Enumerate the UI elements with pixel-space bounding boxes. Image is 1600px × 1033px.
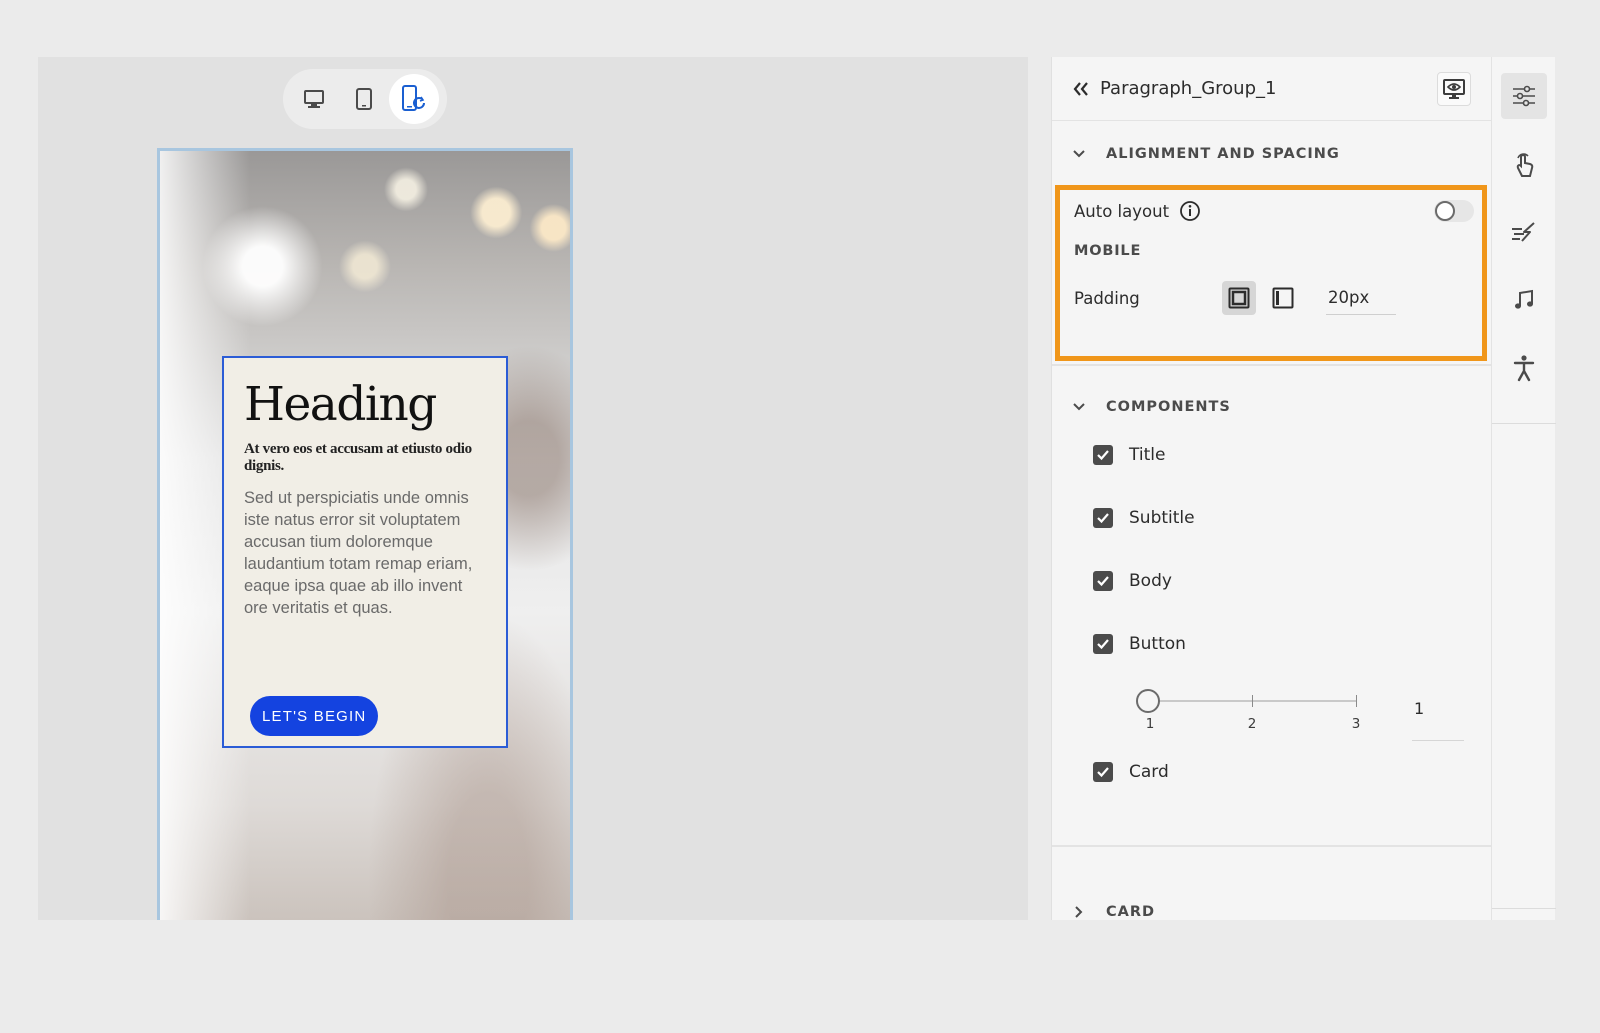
chevron-right-icon bbox=[1075, 906, 1083, 918]
checkbox-checked[interactable] bbox=[1093, 571, 1113, 591]
slider-tick-label: 3 bbox=[1351, 716, 1361, 732]
checkbox-checked[interactable] bbox=[1093, 762, 1113, 782]
properties-icon bbox=[1512, 85, 1535, 107]
checkmark-icon bbox=[1097, 767, 1109, 778]
checkmark-icon bbox=[1097, 576, 1109, 587]
checkmark-icon bbox=[1097, 450, 1109, 461]
component-label: Title bbox=[1129, 445, 1166, 465]
card-body: Sed ut perspiciatis unde omnis iste natu… bbox=[244, 489, 473, 618]
padding-individual-button[interactable] bbox=[1266, 281, 1300, 315]
padding-side-icon bbox=[1272, 287, 1294, 309]
tablet-icon bbox=[356, 88, 372, 110]
info-icon[interactable] bbox=[1179, 200, 1201, 222]
slider-tick bbox=[1252, 695, 1253, 707]
rail-divider bbox=[1492, 908, 1556, 909]
double-chevron-left-icon[interactable] bbox=[1072, 81, 1090, 97]
component-label: Subtitle bbox=[1129, 508, 1195, 528]
paragraph-card[interactable]: Heading At vero eos et accusam at etiust… bbox=[222, 356, 508, 748]
component-card-checkbox[interactable]: Card bbox=[1093, 762, 1169, 782]
rail-accessibility-button[interactable] bbox=[1501, 345, 1547, 391]
accessibility-icon bbox=[1513, 355, 1534, 382]
component-label: Button bbox=[1129, 634, 1186, 654]
preview-icon bbox=[1443, 78, 1465, 99]
rail-interaction-button[interactable] bbox=[1501, 141, 1547, 187]
component-label: Card bbox=[1129, 762, 1169, 782]
auto-layout-row: Auto layout bbox=[1074, 200, 1474, 222]
component-label: Body bbox=[1129, 571, 1172, 591]
mobile-view-button[interactable] bbox=[389, 74, 439, 124]
components-section-header[interactable]: COMPONENTS bbox=[1052, 382, 1492, 432]
card-section-header[interactable]: CARD bbox=[1052, 887, 1492, 937]
slider-thumb[interactable] bbox=[1136, 689, 1160, 713]
lets-begin-button[interactable]: LET'S BEGIN bbox=[250, 696, 379, 736]
slider-tick-label: 1 bbox=[1145, 716, 1155, 732]
auto-layout-toggle[interactable] bbox=[1434, 200, 1474, 222]
interaction-icon bbox=[1516, 153, 1533, 177]
padding-all-sides-button[interactable] bbox=[1222, 281, 1256, 315]
rail-divider bbox=[1492, 423, 1556, 424]
padding-row: Padding 20px bbox=[1074, 278, 1474, 318]
panel-header: Paragraph_Group_1 bbox=[1052, 57, 1491, 121]
right-icon-rail bbox=[1491, 57, 1556, 920]
component-body-checkbox[interactable]: Body bbox=[1093, 571, 1172, 591]
desktop-icon bbox=[304, 90, 324, 108]
rail-animation-button[interactable] bbox=[1501, 209, 1547, 255]
checkmark-icon bbox=[1097, 639, 1109, 650]
alignment-section-header[interactable]: ALIGNMENT AND SPACING bbox=[1052, 129, 1491, 179]
auto-layout-label: Auto layout bbox=[1074, 201, 1170, 221]
device-label: MOBILE bbox=[1074, 243, 1142, 259]
slider-tick bbox=[1356, 695, 1357, 707]
checkbox-checked[interactable] bbox=[1093, 508, 1113, 528]
animation-icon bbox=[1511, 222, 1535, 242]
button-count-slider[interactable]: 1 2 3 bbox=[1136, 689, 1366, 732]
desktop-view-button[interactable] bbox=[289, 74, 339, 124]
tablet-view-button[interactable] bbox=[339, 74, 389, 124]
panel-title: Paragraph_Group_1 bbox=[1100, 78, 1277, 99]
preview-button[interactable] bbox=[1437, 71, 1471, 106]
button-count-input[interactable]: 1 bbox=[1412, 699, 1464, 741]
card-heading: Heading bbox=[244, 377, 437, 432]
components-section-label: COMPONENTS bbox=[1106, 399, 1231, 415]
chevron-down-icon bbox=[1073, 403, 1085, 411]
card-subtitle: At vero eos et accusam at etiusto odio d… bbox=[244, 441, 472, 474]
mobile-rotate-icon bbox=[402, 85, 425, 111]
padding-all-icon bbox=[1228, 287, 1250, 309]
alignment-section-label: ALIGNMENT AND SPACING bbox=[1106, 146, 1340, 162]
rail-properties-button[interactable] bbox=[1500, 73, 1547, 119]
slider-tick-label: 2 bbox=[1247, 716, 1257, 732]
card-section-label: CARD bbox=[1106, 904, 1156, 920]
chevron-down-icon bbox=[1073, 150, 1085, 158]
section-divider bbox=[1052, 364, 1492, 366]
component-subtitle-checkbox[interactable]: Subtitle bbox=[1093, 508, 1195, 528]
component-button-checkbox[interactable]: Button bbox=[1093, 634, 1186, 654]
rail-audio-button[interactable] bbox=[1501, 277, 1547, 323]
device-switcher bbox=[283, 69, 447, 129]
checkmark-icon bbox=[1097, 513, 1109, 524]
padding-label: Padding bbox=[1074, 288, 1140, 308]
component-title-checkbox[interactable]: Title bbox=[1093, 445, 1165, 465]
properties-panel: Paragraph_Group_1 ALIGNMENT AND SPACING … bbox=[1051, 57, 1492, 920]
section-divider bbox=[1052, 845, 1492, 847]
checkbox-checked[interactable] bbox=[1093, 634, 1113, 654]
padding-value-input[interactable]: 20px bbox=[1326, 281, 1396, 315]
audio-icon bbox=[1514, 289, 1533, 309]
checkbox-checked[interactable] bbox=[1093, 445, 1113, 465]
